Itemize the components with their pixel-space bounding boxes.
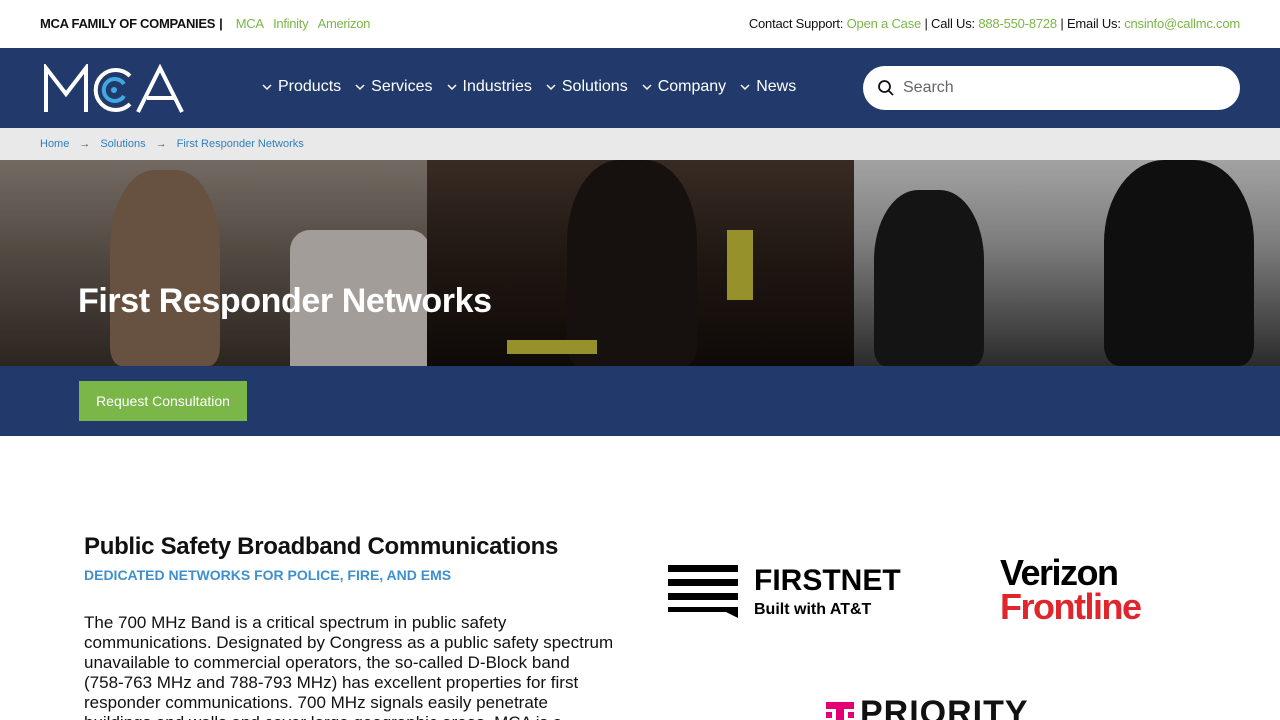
- nav-label: Solutions: [561, 78, 628, 95]
- cta-band: Request Consultation: [0, 366, 1280, 436]
- family-of-companies: MCA FAMILY OF COMPANIES | MCA Infinity Am…: [40, 16, 370, 31]
- mca-logo[interactable]: [44, 62, 186, 114]
- breadcrumb-separator: →: [79, 138, 91, 150]
- hero-overlay: [0, 160, 1280, 366]
- open-case-link[interactable]: Open a Case: [847, 16, 922, 31]
- sister-link-amerizon[interactable]: Amerizon: [318, 16, 371, 31]
- email-link[interactable]: cnsinfo@callmc.com: [1124, 16, 1240, 31]
- chevron-down-icon: [642, 82, 652, 92]
- nav-label: Products: [278, 78, 342, 95]
- section-subheading: DEDICATED NETWORKS FOR POLICE, FIRE, AND…: [84, 567, 452, 583]
- chevron-down-icon: [740, 82, 750, 92]
- nav-news[interactable]: News: [740, 78, 796, 96]
- chevron-down-icon: [446, 82, 457, 92]
- tmobile-t-icon: [826, 698, 854, 720]
- contact-info: Contact Support: Open a Case | Call Us: …: [749, 16, 1240, 31]
- tmobile-priority-text: PRIORITY: [860, 694, 1029, 720]
- main-header: Products Services Industries Solutions C…: [0, 48, 1280, 128]
- search-box[interactable]: [863, 66, 1240, 110]
- tmobile-priority-logo[interactable]: PRIORITY: [826, 694, 1029, 720]
- nav-services[interactable]: Services: [355, 78, 433, 96]
- mca-logo-mark: [44, 62, 184, 113]
- sister-link-mca[interactable]: MCA: [236, 16, 264, 31]
- verizon-line2: Frontline: [1000, 586, 1142, 627]
- sister-link-infinity[interactable]: Infinity: [273, 16, 308, 31]
- verizon-line1: Verizon: [1000, 552, 1119, 593]
- phone-link[interactable]: 888-550-8728: [978, 16, 1057, 31]
- nav-label: News: [756, 78, 797, 95]
- top-utility-bar: MCA FAMILY OF COMPANIES | MCA Infinity Am…: [0, 0, 1280, 48]
- breadcrumb-home[interactable]: Home: [40, 138, 69, 150]
- request-consultation-button[interactable]: Request Consultation: [79, 381, 247, 421]
- firstnet-name: FIRSTNET: [754, 564, 901, 597]
- page-title: First Responder Networks: [78, 282, 492, 320]
- nav-label: Services: [371, 78, 433, 95]
- nav-label: Company: [657, 78, 727, 95]
- search-icon[interactable]: [877, 79, 895, 97]
- chevron-down-icon: [546, 82, 556, 92]
- nav-solutions[interactable]: Solutions: [546, 78, 628, 96]
- call-label: | Call Us:: [924, 16, 975, 31]
- chevron-down-icon: [262, 82, 272, 92]
- nav-products[interactable]: Products: [262, 78, 341, 96]
- section-heading: Public Safety Broadband Communications: [84, 533, 559, 560]
- chevron-down-icon: [355, 82, 365, 92]
- main-nav: Products Services Industries Solutions C…: [262, 78, 810, 96]
- email-label: | Email Us:: [1060, 16, 1121, 31]
- breadcrumb-current[interactable]: First Responder Networks: [177, 138, 304, 150]
- breadcrumb-separator: →: [155, 138, 167, 150]
- verizon-frontline-logo[interactable]: Verizon Frontline: [1000, 552, 1162, 628]
- contact-support-label: Contact Support:: [748, 16, 844, 31]
- firstnet-tagline: Built with AT&T: [754, 601, 872, 618]
- firstnet-logo[interactable]: FIRSTNET Built with AT&T: [668, 562, 918, 620]
- nav-label: Industries: [462, 78, 532, 95]
- family-label: MCA FAMILY OF COMPANIES: [40, 16, 216, 31]
- firstnet-mark: FIRSTNET Built with AT&T: [668, 564, 901, 618]
- breadcrumb-solutions[interactable]: Solutions: [100, 138, 145, 150]
- nav-industries[interactable]: Industries: [446, 78, 532, 96]
- nav-company[interactable]: Company: [642, 78, 726, 96]
- search-input[interactable]: [903, 79, 1203, 97]
- breadcrumb: Home → Solutions → First Responder Netwo…: [0, 128, 1280, 160]
- hero-banner: First Responder Networks: [0, 160, 1280, 366]
- family-separator: |: [219, 16, 223, 31]
- section-body: The 700 MHz Band is a critical spectrum …: [84, 613, 614, 720]
